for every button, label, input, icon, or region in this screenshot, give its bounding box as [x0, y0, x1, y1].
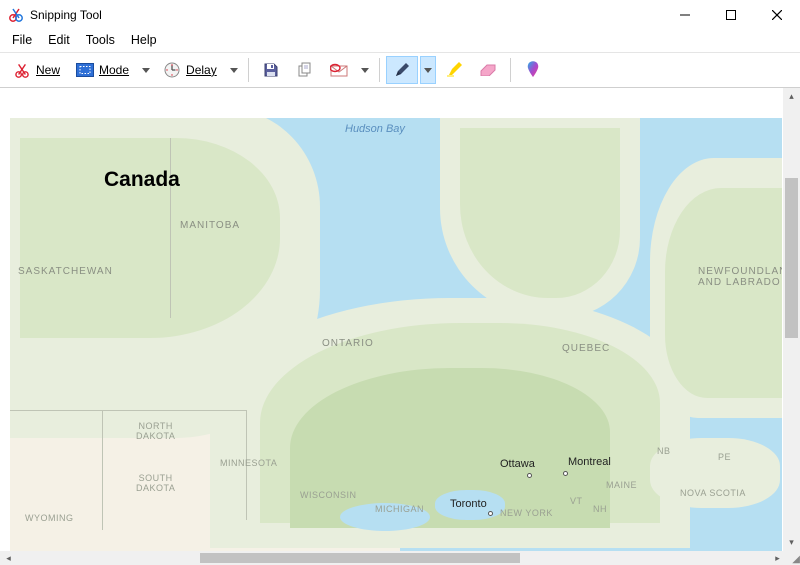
city-ottawa-label: Ottawa	[500, 458, 535, 470]
map-wyoming-label: WYOMING	[25, 513, 74, 523]
map-vt-label: VT	[570, 496, 583, 506]
save-button[interactable]	[255, 56, 287, 84]
envelope-icon	[330, 61, 348, 79]
mode-button[interactable]: Mode	[69, 56, 136, 84]
window-title: Snipping Tool	[30, 8, 102, 22]
map-hudson-label: Hudson Bay	[345, 123, 405, 135]
horizontal-scrollbar[interactable]: ◂ ▸ ◢	[0, 551, 800, 565]
menu-help[interactable]: Help	[123, 31, 165, 49]
delay-button[interactable]: Delay	[156, 56, 224, 84]
eraser-icon	[479, 61, 497, 79]
menubar: File Edit Tools Help	[0, 30, 800, 52]
hscroll-thumb[interactable]	[200, 553, 520, 563]
map-nfld-label: NEWFOUNDLAN AND LABRADO	[698, 266, 782, 288]
toolbar-sep-2	[379, 58, 380, 82]
app-icon	[8, 7, 24, 23]
scroll-right-icon[interactable]: ▸	[769, 551, 786, 565]
map-maine-label: MAINE	[606, 480, 637, 490]
menu-tools[interactable]: Tools	[78, 31, 123, 49]
map-ontario-label: ONTARIO	[322, 338, 374, 349]
menu-edit[interactable]: Edit	[40, 31, 78, 49]
scroll-up-icon[interactable]: ▴	[783, 88, 800, 105]
map-sdakota-label: SOUTH DAKOTA	[136, 473, 175, 493]
maximize-button[interactable]	[708, 0, 754, 30]
paint3d-button[interactable]	[517, 56, 549, 84]
delay-dropdown[interactable]	[226, 56, 242, 84]
city-montreal-label: Montreal	[568, 456, 611, 468]
map-pe-label: PE	[718, 452, 731, 462]
map-country-label: Canada	[104, 168, 180, 192]
new-button[interactable]: New	[6, 56, 67, 84]
scroll-left-icon[interactable]: ◂	[0, 551, 17, 565]
map-minnesota-label: MINNESOTA	[220, 458, 277, 468]
close-button[interactable]	[754, 0, 800, 30]
map-manitoba-label: MANITOBA	[180, 220, 240, 231]
send-button[interactable]	[323, 56, 355, 84]
map-sask-label: SASKATCHEWAN	[18, 266, 113, 277]
toolbar-sep-3	[510, 58, 511, 82]
pen-icon	[393, 61, 411, 79]
map-ndakota-label: NORTH DAKOTA	[136, 421, 175, 441]
delay-label: Delay	[186, 63, 217, 77]
map-newyork-label: NEW YORK	[500, 508, 553, 518]
new-label: New	[36, 63, 60, 77]
resize-grip[interactable]: ◢	[786, 551, 800, 565]
mode-label: Mode	[99, 63, 129, 77]
clock-icon	[163, 61, 181, 79]
pen-dropdown[interactable]	[420, 56, 436, 84]
scissors-icon	[13, 61, 31, 79]
snip-canvas[interactable]: Canada Hudson Bay MANITOBA SASKATCHEWAN …	[10, 118, 782, 551]
vscroll-thumb[interactable]	[785, 178, 798, 338]
map-nb-label: NB	[657, 446, 671, 456]
map-nh-label: NH	[593, 504, 607, 514]
copy-button[interactable]	[289, 56, 321, 84]
city-dot-ottawa	[527, 473, 532, 478]
scroll-down-icon[interactable]: ▾	[783, 534, 800, 551]
city-dot-toronto	[488, 511, 493, 516]
toolbar-sep-1	[248, 58, 249, 82]
highlighter-icon	[445, 61, 463, 79]
toolbar: New Mode Delay	[0, 52, 800, 88]
map-michigan-label: MICHIGAN	[375, 504, 424, 514]
map-wisconsin-label: WISCONSIN	[300, 490, 357, 500]
titlebar: Snipping Tool	[0, 0, 800, 30]
vertical-scrollbar[interactable]: ▴ ▾	[783, 88, 800, 551]
menu-file[interactable]: File	[4, 31, 40, 49]
pen-button[interactable]	[386, 56, 418, 84]
window-controls	[662, 0, 800, 30]
save-icon	[262, 61, 280, 79]
city-toronto-label: Toronto	[450, 498, 487, 510]
mode-icon	[76, 61, 94, 79]
map-quebec-label: QUEBEC	[562, 343, 610, 354]
send-dropdown[interactable]	[357, 56, 373, 84]
map-ns-label: NOVA SCOTIA	[680, 488, 746, 498]
highlighter-button[interactable]	[438, 56, 470, 84]
city-dot-montreal	[563, 471, 568, 476]
minimize-button[interactable]	[662, 0, 708, 30]
content-area: Canada Hudson Bay MANITOBA SASKATCHEWAN …	[0, 88, 800, 551]
paint3d-icon	[524, 61, 542, 79]
copy-icon	[296, 61, 314, 79]
eraser-button[interactable]	[472, 56, 504, 84]
mode-dropdown[interactable]	[138, 56, 154, 84]
